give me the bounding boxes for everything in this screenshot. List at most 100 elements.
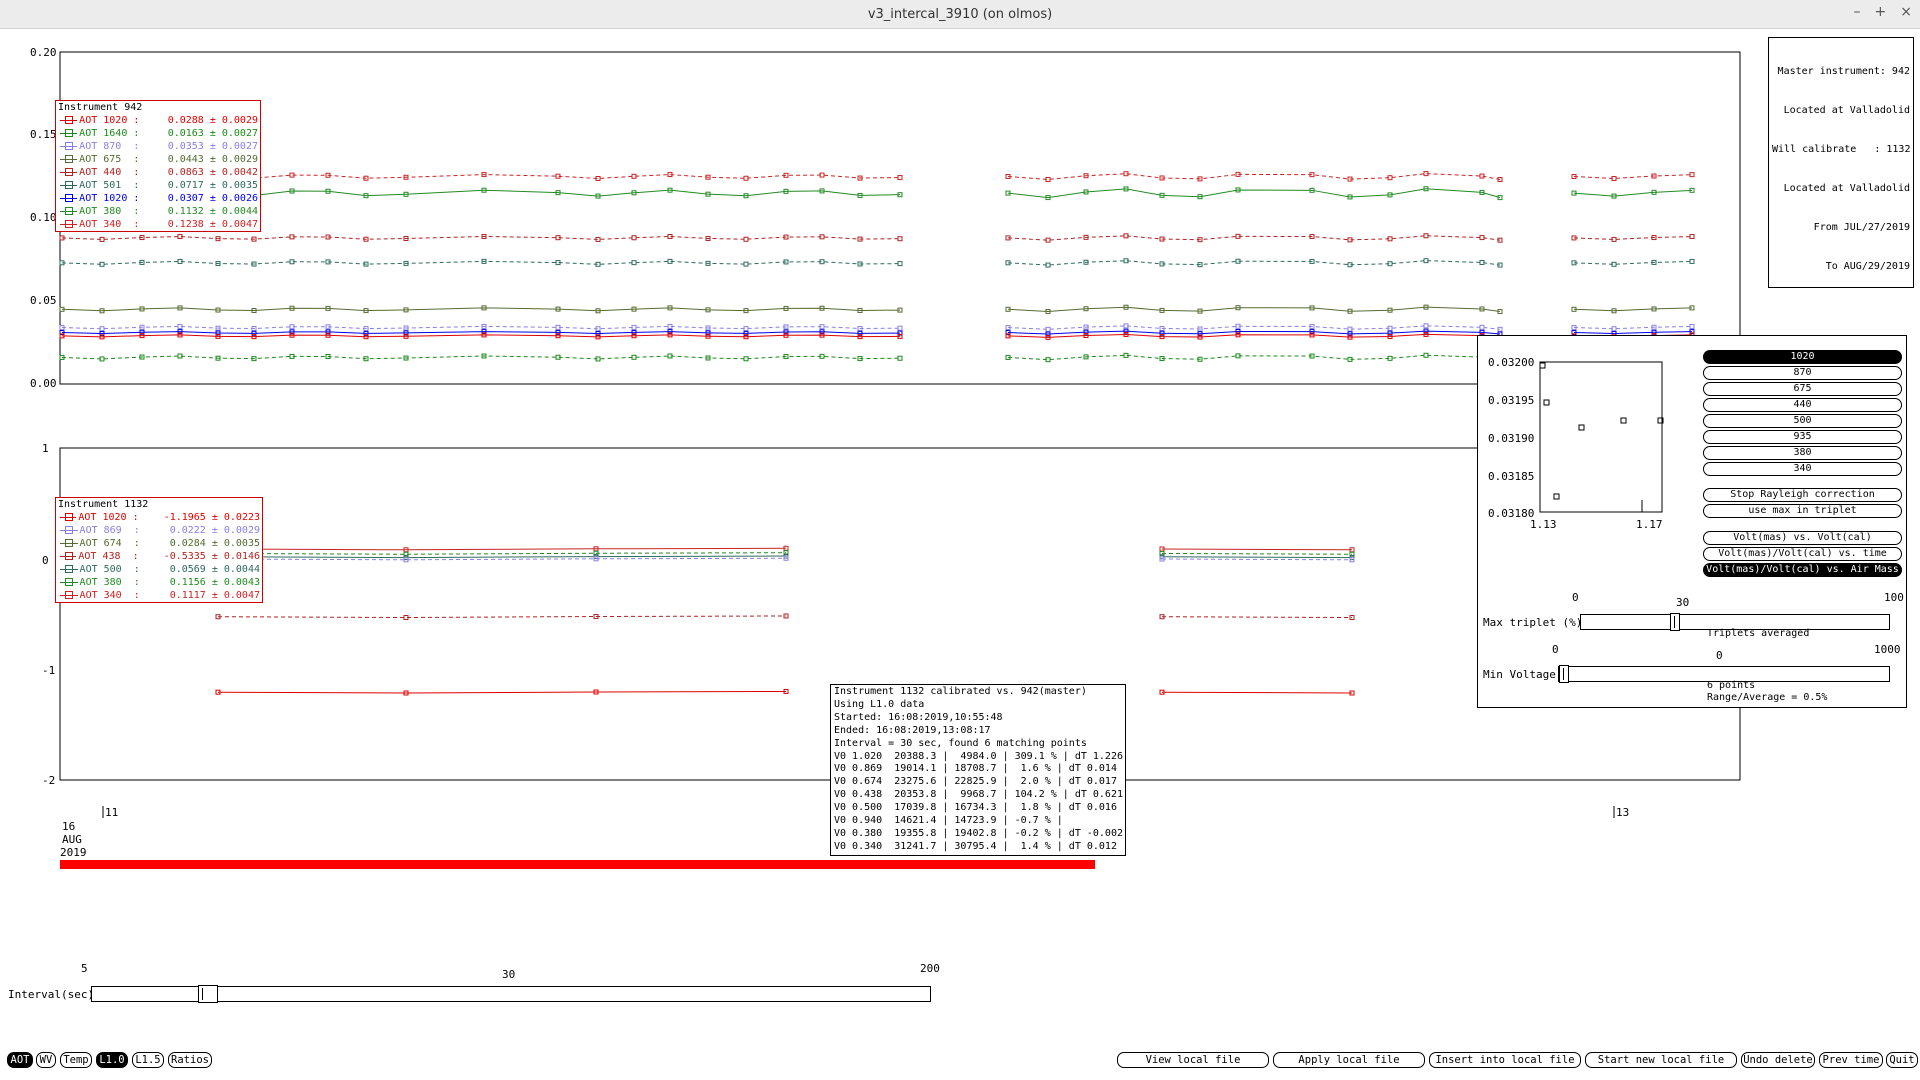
series-line [1573,236,1693,240]
time-range-bar[interactable] [60,860,1095,869]
l15-button[interactable]: L1.5 [132,1052,164,1068]
series-line [1161,552,1353,555]
l10-button[interactable]: L1.0 [96,1052,128,1068]
legend-label: AOT 380 : [79,206,140,217]
legend-marker-icon [58,166,79,179]
interval-max: 200 [920,962,940,975]
legend-value: 0.1132 ± 0.0044 [167,206,258,217]
start-new-local-file-button[interactable]: Start new local file [1585,1052,1737,1068]
series-marker [897,355,903,361]
calib-info-line: Interval = 30 sec, found 6 matching poin… [834,737,1087,749]
series-marker [743,236,749,242]
wavelength-option-380[interactable]: 380 [1703,446,1902,460]
mini-data-point [1539,362,1546,369]
legend-marker-icon [58,537,80,550]
ratios-button[interactable]: Ratios [168,1052,212,1068]
legend-item: AOT 340 : 0.1238 ± 0.0047 [58,218,258,231]
mode-ratio-vs-time[interactable]: Volt(mas)/Volt(cal) vs. time [1703,547,1902,561]
wavelength-option-500[interactable]: 500 [1703,414,1902,428]
wavelength-option-340[interactable]: 340 [1703,462,1902,476]
calib-info-line: V0 0.674 23275.6 | 22825.9 | 2.0 % | dT … [834,776,1117,788]
series-marker [1689,323,1695,329]
legend-value: 0.0288 ± 0.0029 [167,115,258,126]
master-info-line: Will calibrate : 1132 [1772,144,1911,155]
airmass-mini-plot: 0.03200 0.03195 0.03190 0.03185 0.03180 … [1488,356,1664,531]
legend-item: AOT 675 : 0.0443 ± 0.0029 [58,153,258,166]
legend-item: AOT 1020 : 0.0307 ± 0.0026 [58,192,258,205]
prev-time-button[interactable]: Prev time [1819,1052,1883,1068]
mode-ratio-vs-airmass[interactable]: Volt(mas)/Volt(cal) vs. Air Mass [1703,563,1902,577]
legend-label: AOT 1020 : [79,193,140,204]
series-line [1573,331,1693,335]
series-line [61,325,901,330]
maximize-icon[interactable]: + [1875,4,1887,20]
legend-marker-icon [58,511,78,524]
max-triplet-slider-handle[interactable] [1670,613,1680,631]
legend-marker-icon [58,179,79,192]
legend-value: -0.5335 ± 0.0146 [163,551,260,562]
min-voltage-slider-handle[interactable] [1559,665,1569,683]
legend-value: 0.0569 ± 0.0044 [169,564,260,575]
close-icon[interactable]: × [1900,4,1912,20]
undo-delete-button[interactable]: Undo delete [1741,1052,1815,1068]
window-title: v3_intercal_3910 (on olmos) [867,6,1053,22]
range-average-note: Range/Average = 0.5% [1707,692,1828,703]
series-line [61,334,901,338]
legend-value: 0.1156 ± 0.0043 [169,577,260,588]
legend-item: AOT 340 : 0.1117 ± 0.0047 [58,589,260,602]
minimize-icon[interactable]: – [1854,4,1861,20]
top-y-tick: 0.20 [30,46,57,59]
wavelength-option-1020[interactable]: 1020 [1703,350,1902,364]
wavelength-option-870[interactable]: 870 [1703,366,1902,380]
quit-button[interactable]: Quit [1886,1052,1918,1068]
min-voltage-label: Min Voltage [1483,668,1556,681]
legend-marker-icon [58,524,80,537]
legend-marker-icon [58,589,80,602]
master-info-line: From JUL/27/2019 [1813,222,1910,233]
legend-value: 0.0353 ± 0.0027 [167,141,258,152]
view-local-file-button[interactable]: View local file [1117,1052,1269,1068]
interval-slider-handle[interactable] [198,985,218,1003]
legend-label: AOT 500 : [79,564,140,575]
stop-rayleigh-button[interactable]: Stop Rayleigh correction [1703,488,1902,502]
insert-into-local-file-button[interactable]: Insert into local file [1429,1052,1581,1068]
temp-button[interactable]: Temp [60,1052,92,1068]
apply-local-file-button[interactable]: Apply local file [1273,1052,1425,1068]
wv-button[interactable]: WV [36,1052,56,1068]
wavelength-option-935[interactable]: 935 [1703,430,1902,444]
series-line [217,615,787,619]
series-line [61,235,901,240]
use-max-triplet-button[interactable]: use max in triplet [1703,504,1902,518]
mini-y-tick: 0.03195 [1488,394,1534,407]
legend-value: 0.0443 ± 0.0029 [167,154,258,165]
series-line [61,307,901,312]
legend-marker-icon [58,205,79,218]
calib-info-line: V0 0.340 31241.7 | 30795.4 | 1.4 % | dT … [834,840,1117,852]
mini-y-tick: 0.03190 [1488,432,1534,445]
calib-info-line: Ended: 16:08:2019,13:08:17 [834,724,991,736]
mini-data-point [1543,399,1550,406]
mid-y-tick: 0 [42,554,49,567]
top-y-tick: 0.00 [30,377,57,388]
interval-slider[interactable] [91,985,931,1003]
aot-button[interactable]: AOT [7,1052,33,1068]
master-info-box: Master instrument: 942 Located at Vallad… [1768,37,1914,288]
series-line [217,557,787,561]
series-marker [1689,234,1695,240]
instrument-1132-legend: Instrument 1132 AOT 1020 : -1.1965 ± 0.02… [55,497,263,603]
legend-title: Instrument 1132 [58,499,149,510]
min-voltage-value-label: 0 [1716,649,1723,662]
legend-label: AOT 1020 : [79,115,140,126]
wavelength-option-675[interactable]: 675 [1703,382,1902,396]
legend-value: 0.0222 ± 0.0029 [169,525,260,536]
legend-item: AOT 380 : 0.1156 ± 0.0043 [58,576,260,589]
legend-item: AOT 438 : -0.5335 ± 0.0146 [58,550,260,563]
legend-item: AOT 1640 : 0.0163 ± 0.0027 [58,127,258,140]
legend-label: AOT 340 : [79,590,140,601]
max-triplet-min: 0 [1572,591,1579,604]
aot-time-series-chart: 0.20 0.15 0.10 0.05 0.00 [30,46,1741,388]
wavelength-option-440[interactable]: 440 [1703,398,1902,412]
series-line [61,355,901,360]
mode-volt-vs-volt[interactable]: Volt(mas) vs. Volt(cal) [1703,531,1902,545]
legend-label: AOT 440 : [79,167,140,178]
